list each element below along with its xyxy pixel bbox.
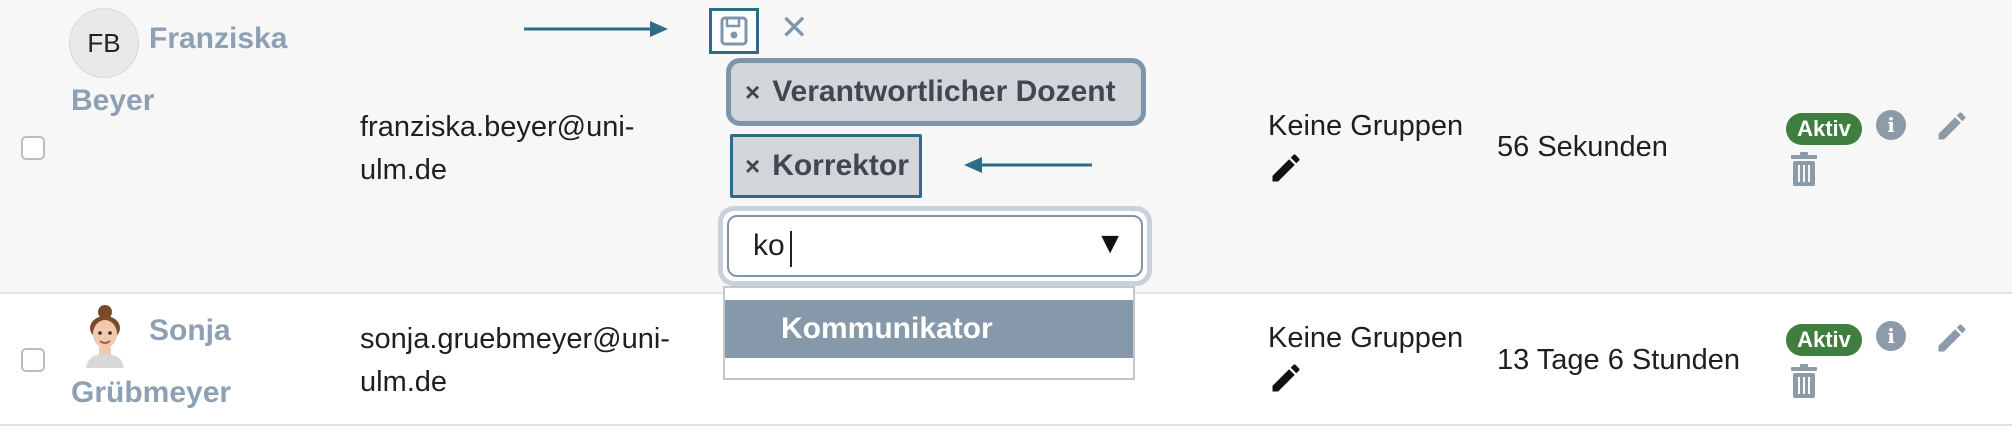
row-select-checkbox[interactable] xyxy=(21,136,45,160)
email-line-1: sonja.gruebmeyer@uni- xyxy=(360,323,670,355)
role-tag-label: Verantwortlicher Dozent xyxy=(772,75,1116,108)
row-select-checkbox[interactable] xyxy=(21,348,45,372)
remove-tag-icon[interactable]: × xyxy=(745,77,760,108)
trash-icon[interactable] xyxy=(1790,152,1818,186)
save-icon[interactable] xyxy=(709,8,759,54)
avatar xyxy=(86,305,124,368)
groups-text: Keine Gruppen xyxy=(1268,110,1464,142)
pencil-icon[interactable] xyxy=(1934,108,1970,144)
role-tag-label: Korrektor xyxy=(772,149,909,182)
role-tag-korrektor: × Korrektor xyxy=(730,134,922,198)
pencil-icon[interactable] xyxy=(1268,150,1304,186)
role-tag-dozent: × Verantwortlicher Dozent xyxy=(726,58,1146,126)
info-icon[interactable]: i xyxy=(1876,110,1906,140)
groups-text: Keine Gruppen xyxy=(1268,322,1464,354)
avatar-initials: FB xyxy=(87,27,121,58)
dropdown-option[interactable]: Kommunikator xyxy=(725,300,1133,358)
trash-icon[interactable] xyxy=(1790,364,1818,398)
user-email: sonja.gruebmeyer@uni- ulm.de xyxy=(360,318,700,404)
remove-tag-icon[interactable]: × xyxy=(745,151,760,182)
annotation-arrow-icon xyxy=(524,21,668,37)
user-first-name[interactable]: Sonja xyxy=(149,314,231,348)
avatar: FB xyxy=(69,8,139,78)
email-line-2: ulm.de xyxy=(360,154,448,186)
status-badge: Aktiv xyxy=(1786,324,1862,356)
user-last-name[interactable]: Beyer xyxy=(71,84,154,118)
last-active: 56 Sekunden xyxy=(1497,131,1668,163)
info-icon[interactable]: i xyxy=(1876,321,1906,351)
pencil-icon[interactable] xyxy=(1934,320,1970,356)
text-cursor xyxy=(790,231,792,267)
annotation-arrow-icon xyxy=(964,157,1092,173)
status-badge: Aktiv xyxy=(1786,113,1862,145)
user-last-name[interactable]: Grübmeyer xyxy=(71,376,231,410)
user-email: franziska.beyer@uni- ulm.de xyxy=(360,106,700,192)
user-first-name[interactable]: Franziska xyxy=(149,22,287,56)
table-row: FB Franziska Beyer franziska.beyer@uni- … xyxy=(0,0,2012,294)
role-dropdown-list: Kommunikator xyxy=(723,286,1135,380)
chevron-down-icon[interactable]: ▼ xyxy=(1095,227,1125,261)
last-active: 13 Tage 6 Stunden xyxy=(1497,344,1740,376)
role-select[interactable]: ko ▼ xyxy=(718,206,1152,286)
role-search-input[interactable]: ko xyxy=(753,229,785,263)
email-line-1: franziska.beyer@uni- xyxy=(360,111,635,143)
close-icon[interactable]: ✕ xyxy=(780,8,809,48)
email-line-2: ulm.de xyxy=(360,366,448,398)
pencil-icon[interactable] xyxy=(1268,360,1304,396)
